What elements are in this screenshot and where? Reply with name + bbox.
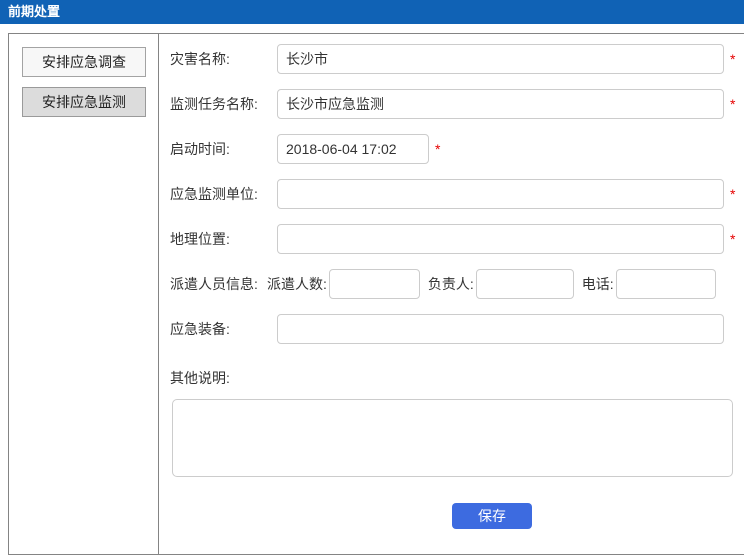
required-marker: * (730, 186, 735, 202)
save-button[interactable]: 保存 (452, 503, 532, 529)
required-marker: * (730, 231, 735, 247)
personnel-row: 派遣人员信息: 派遣人数: 负责人: 电话: (170, 269, 744, 299)
required-marker: * (730, 96, 735, 112)
dispatch-count-input[interactable] (329, 269, 420, 299)
phone-label: 电话: (582, 274, 614, 294)
equipment-input[interactable] (277, 314, 724, 344)
arrange-emergency-survey-button[interactable]: 安排应急调查 (22, 47, 146, 77)
leader-input[interactable] (476, 269, 574, 299)
start-time-label: 启动时间: (170, 139, 277, 159)
main-panel: 安排应急调查 安排应急监测 灾害名称: * 监测任务名称: * 启动时间: * … (8, 33, 744, 555)
location-input[interactable] (277, 224, 724, 254)
equipment-row: 应急装备: (170, 314, 744, 344)
monitor-unit-input[interactable] (277, 179, 724, 209)
start-time-row: 启动时间: * (170, 134, 744, 164)
disaster-name-label: 灾害名称: (170, 49, 277, 69)
equipment-label: 应急装备: (170, 319, 277, 339)
notes-textarea[interactable] (172, 399, 733, 477)
task-name-label: 监测任务名称: (170, 94, 277, 114)
disaster-name-input[interactable] (277, 44, 724, 74)
phone-input[interactable] (616, 269, 716, 299)
leader-label: 负责人: (428, 274, 474, 294)
task-name-input[interactable] (277, 89, 724, 119)
sidebar: 安排应急调查 安排应急监测 (9, 34, 158, 554)
page-title: 前期处置 (0, 0, 744, 24)
arrange-emergency-monitoring-button[interactable]: 安排应急监测 (22, 87, 146, 117)
monitor-unit-label: 应急监测单位: (170, 184, 277, 204)
dispatch-count-label: 派遣人数: (267, 274, 327, 294)
personnel-label: 派遣人员信息: (170, 274, 267, 294)
location-row: 地理位置: * (170, 224, 744, 254)
notes-label: 其他说明: (170, 368, 744, 388)
disaster-name-row: 灾害名称: * (170, 44, 744, 74)
required-marker: * (435, 141, 440, 157)
monitor-unit-row: 应急监测单位: * (170, 179, 744, 209)
task-name-row: 监测任务名称: * (170, 89, 744, 119)
location-label: 地理位置: (170, 229, 277, 249)
required-marker: * (730, 51, 735, 67)
start-time-input[interactable] (277, 134, 429, 164)
disposal-form: 灾害名称: * 监测任务名称: * 启动时间: * 应急监测单位: * 地理位置… (158, 34, 744, 554)
